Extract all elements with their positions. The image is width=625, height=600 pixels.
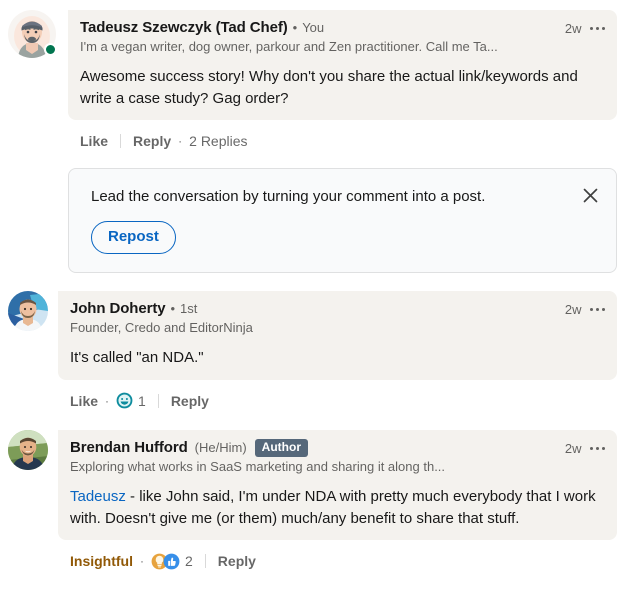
comment-bubble: John Doherty • 1st Founder, Credo and Ed… bbox=[58, 290, 617, 380]
comment-actions: Like Reply · 2 Replies bbox=[68, 120, 617, 152]
overflow-menu-icon[interactable] bbox=[589, 446, 605, 451]
mention-link[interactable]: Tadeusz bbox=[70, 488, 126, 505]
comment-text-rest: - like John said, I'm under NDA with pre… bbox=[70, 488, 600, 527]
avatar-brendan-hufford[interactable] bbox=[8, 429, 48, 470]
action-separator-dot: · bbox=[140, 554, 144, 569]
close-icon-glyph bbox=[583, 188, 597, 203]
author-headline: I'm a vegan writer, dog owner, parkour a… bbox=[80, 39, 498, 54]
author-badge: Author bbox=[254, 438, 308, 457]
comment-bubble: Brendan Hufford (He/Him) Author Explorin… bbox=[58, 429, 617, 541]
repost-prompt-card: Lead the conversation by turning your co… bbox=[68, 168, 617, 273]
name-separator-dot: • bbox=[292, 20, 298, 36]
overflow-menu-icon[interactable] bbox=[589, 307, 605, 312]
repost-button[interactable]: Repost bbox=[91, 220, 176, 254]
reply-button[interactable]: Reply bbox=[171, 394, 209, 408]
like-reaction-icon bbox=[163, 553, 180, 570]
action-divider bbox=[120, 134, 122, 149]
author-name[interactable]: Tadeusz Szewczyk (Tad Chef) bbox=[80, 19, 288, 37]
repost-prompt-message: Lead the conversation by turning your co… bbox=[91, 188, 486, 206]
author-headline: Exploring what works in SaaS marketing a… bbox=[70, 458, 446, 474]
comment-body: Brendan Hufford (He/Him) Author Explorin… bbox=[8, 429, 617, 573]
comment-reply-john-doherty: John Doherty • 1st Founder, Credo and Ed… bbox=[0, 290, 625, 412]
reply-button[interactable]: Reply bbox=[133, 134, 171, 148]
comment-bubble: Tadeusz Szewczyk (Tad Chef) • You I'm a … bbox=[68, 10, 617, 121]
comment-text: It's called "an NDA." bbox=[70, 349, 204, 367]
comment-root: Tadeusz Szewczyk (Tad Chef) • You I'm a … bbox=[0, 0, 625, 273]
comment-header: John Doherty • 1st Founder, Credo and Ed… bbox=[70, 300, 605, 336]
comment-content: Tadeusz Szewczyk (Tad Chef) • You I'm a … bbox=[68, 10, 617, 273]
comment-actions: Like · 1 Reply bbox=[58, 380, 617, 412]
comment-author-info: Tadeusz Szewczyk (Tad Chef) • You I'm a … bbox=[80, 19, 555, 55]
comment-meta: 2w bbox=[565, 439, 605, 456]
comment-text: Awesome success story! Why don't you sha… bbox=[80, 68, 582, 107]
comment-thread: Tadeusz Szewczyk (Tad Chef) • You I'm a … bbox=[0, 0, 625, 600]
action-separator-dot: · bbox=[105, 393, 110, 408]
comment-author-info: John Doherty • 1st Founder, Credo and Ed… bbox=[70, 300, 555, 336]
name-separator-dot: • bbox=[170, 301, 176, 317]
reaction-icon-group bbox=[151, 553, 180, 570]
insightful-button[interactable]: Insightful bbox=[70, 554, 133, 568]
author-pronouns: (He/Him) bbox=[194, 440, 247, 456]
action-separator-dot: · bbox=[178, 134, 183, 149]
author-degree: 1st bbox=[180, 301, 198, 317]
comment-timestamp: 2w bbox=[564, 21, 582, 36]
comment-actions: Insightful · 2 Reply bbox=[58, 540, 617, 572]
author-relationship: You bbox=[302, 20, 325, 36]
author-name[interactable]: John Doherty bbox=[70, 300, 166, 318]
reaction-icon-group bbox=[116, 392, 133, 409]
author-name[interactable]: Brendan Hufford bbox=[70, 439, 188, 457]
comment-header: Brendan Hufford (He/Him) Author Explorin… bbox=[70, 438, 605, 475]
replies-count-link[interactable]: 2 Replies bbox=[189, 133, 247, 149]
comment-author-info: Brendan Hufford (He/Him) Author Explorin… bbox=[70, 438, 555, 475]
action-divider bbox=[157, 393, 159, 408]
avatar-john-doherty[interactable] bbox=[8, 290, 48, 331]
online-presence-indicator bbox=[44, 43, 57, 56]
like-button[interactable]: Like bbox=[70, 394, 98, 408]
comment-meta: 2w bbox=[565, 300, 605, 317]
close-icon[interactable] bbox=[578, 183, 602, 207]
like-button[interactable]: Like bbox=[80, 134, 108, 148]
author-headline: Founder, Credo and EditorNinja bbox=[70, 319, 253, 335]
overflow-menu-icon[interactable] bbox=[589, 26, 605, 31]
avatar-image bbox=[8, 290, 48, 331]
reaction-count: 1 bbox=[138, 392, 146, 409]
reaction-count: 2 bbox=[185, 553, 193, 570]
author-name-line: Tadeusz Szewczyk (Tad Chef) • You bbox=[80, 19, 555, 37]
action-divider bbox=[204, 554, 206, 569]
reactions-summary[interactable]: 2 bbox=[151, 553, 193, 570]
comment-content: Brendan Hufford (He/Him) Author Explorin… bbox=[58, 429, 617, 573]
comment-reply-brendan-hufford: Brendan Hufford (He/Him) Author Explorin… bbox=[0, 429, 625, 573]
comment-content: John Doherty • 1st Founder, Credo and Ed… bbox=[58, 290, 617, 412]
funny-reaction-icon bbox=[116, 392, 133, 409]
reactions-summary[interactable]: 1 bbox=[116, 392, 146, 409]
comment-header: Tadeusz Szewczyk (Tad Chef) • You I'm a … bbox=[80, 19, 605, 55]
avatar-tadeusz-szewczyk[interactable] bbox=[8, 10, 57, 58]
comment-meta: 2w bbox=[565, 19, 605, 36]
reply-button[interactable]: Reply bbox=[218, 554, 256, 568]
comment-text: Tadeusz - like John said, I'm under NDA … bbox=[70, 486, 605, 529]
avatar-image bbox=[8, 429, 48, 470]
comment-body: John Doherty • 1st Founder, Credo and Ed… bbox=[8, 290, 617, 412]
comment-body: Tadeusz Szewczyk (Tad Chef) • You I'm a … bbox=[8, 0, 617, 273]
author-name-line: John Doherty • 1st bbox=[70, 300, 555, 318]
comment-timestamp: 2w bbox=[564, 301, 582, 317]
comment-timestamp: 2w bbox=[564, 440, 582, 456]
author-name-line: Brendan Hufford (He/Him) Author bbox=[70, 438, 555, 457]
